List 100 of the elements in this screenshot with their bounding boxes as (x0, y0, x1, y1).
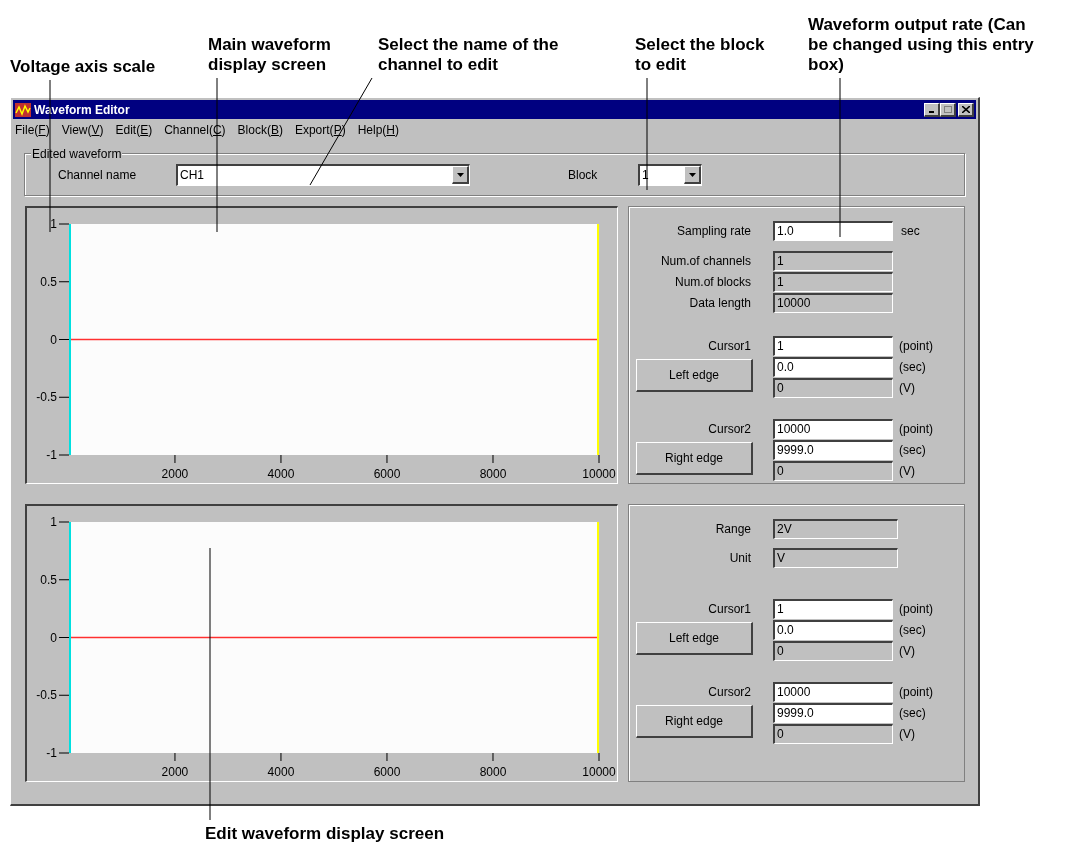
caret-icon (456, 172, 464, 177)
edge-button[interactable]: Left edge (636, 359, 753, 392)
y-tick (58, 579, 70, 581)
y-tick (58, 281, 70, 283)
input-field[interactable]: 0.0 (773, 356, 893, 377)
minimize-button[interactable] (924, 102, 940, 117)
input-field[interactable]: 10000 (773, 418, 893, 439)
y-tick (58, 339, 70, 340)
x-tick-label: 4000 (267, 467, 295, 481)
dropdown-arrow-button[interactable] (684, 166, 701, 184)
x-tick-label: 8000 (479, 467, 507, 481)
callout-label: Select the block to edit (635, 35, 766, 75)
x-tick (492, 752, 494, 762)
unit-label: (V) (899, 462, 915, 480)
menu-item[interactable]: File(F) (15, 121, 50, 139)
y-tick-label: -1 (46, 448, 57, 462)
x-tick (386, 454, 388, 464)
x-tick-label: 8000 (479, 765, 507, 779)
y-tick (58, 223, 70, 225)
unit-label: (sec) (899, 621, 926, 639)
y-tick (58, 396, 70, 398)
menu-item[interactable]: Help(H) (357, 121, 399, 139)
y-tick-label: -0.5 (36, 688, 57, 703)
unit-label: (point) (899, 420, 933, 438)
input-field[interactable]: 1 (773, 335, 893, 356)
input-field[interactable]: 1.0 (773, 221, 893, 241)
x-tick (174, 454, 176, 464)
unit-label: (V) (899, 642, 915, 660)
input-field[interactable]: 0.0 (773, 619, 893, 640)
field-label: Num.of channels (659, 253, 751, 270)
close-icon (961, 105, 970, 113)
input-field[interactable]: 10000 (773, 681, 893, 702)
y-tick-label: 0 (50, 332, 57, 347)
field-label: Block (568, 166, 599, 184)
menu-item[interactable]: Edit(E) (115, 121, 153, 139)
input-field[interactable]: 9999.0 (773, 439, 893, 460)
x-tick-label: 10000 (582, 765, 616, 779)
input-field[interactable]: 9999.0 (773, 702, 893, 723)
unit-label: (V) (899, 725, 915, 743)
window-title: Waveform Editor (34, 101, 130, 119)
edge-button[interactable]: Right edge (636, 705, 753, 738)
field-label: Channel name (58, 166, 138, 184)
callout-label: Edit waveform display screen (205, 824, 446, 844)
channel-dropdown[interactable]: CH1 (176, 163, 470, 186)
x-tick (492, 454, 494, 464)
field-label: Unit (728, 550, 751, 567)
callout-label: Voltage axis scale (10, 57, 157, 77)
field-label: Range (714, 521, 751, 538)
close-button[interactable] (958, 102, 974, 117)
field-label: Num.of blocks (673, 274, 751, 291)
x-tick-label: 10000 (582, 467, 616, 481)
field-label: Sampling rate (675, 223, 751, 240)
y-tick (58, 637, 70, 638)
x-tick (386, 752, 388, 762)
dropdown-value: CH1 (179, 167, 205, 184)
y-tick-label: 0.5 (40, 572, 57, 587)
block-dropdown[interactable]: 1 (638, 163, 702, 186)
edge-button[interactable]: Right edge (636, 442, 753, 475)
unit-label: (point) (899, 683, 933, 701)
unit-label: (sec) (899, 358, 926, 376)
x-tick-label: 2000 (161, 467, 189, 481)
cursor-label: Cursor1 (708, 601, 751, 618)
y-tick (58, 454, 70, 456)
waveform-app-icon (15, 102, 31, 117)
y-tick (58, 521, 70, 523)
x-tick-label: 6000 (373, 467, 401, 481)
y-tick-label: 0.5 (40, 274, 57, 289)
input-field[interactable]: 1 (773, 598, 893, 619)
x-tick (280, 454, 282, 464)
x-tick (280, 752, 282, 762)
cursor-label: Cursor2 (708, 421, 751, 438)
maximize-icon (943, 105, 952, 113)
callout-label: Waveform output rate (Can be changed using this entry box) (808, 15, 1035, 75)
y-tick-label: -1 (46, 746, 57, 760)
edge-button[interactable]: Left edge (636, 622, 753, 655)
cursor-label: Cursor2 (708, 684, 751, 701)
x-tick-label: 2000 (161, 765, 189, 779)
unit-label: (sec) (899, 704, 926, 722)
menu-item[interactable]: Export(P) (294, 121, 346, 139)
y-tick-label: -0.5 (36, 390, 57, 405)
callout-label: Select the name of the channel to edit (378, 35, 560, 75)
cursor-label: Cursor1 (708, 338, 751, 355)
x-tick (174, 752, 176, 762)
dropdown-arrow-button[interactable] (452, 166, 469, 184)
menu-item[interactable]: View(V) (61, 121, 104, 139)
unit-label: (sec) (899, 441, 926, 459)
y-tick-label: 1 (50, 217, 57, 231)
x-tick-label: 4000 (267, 765, 295, 779)
menu-item[interactable]: Channel(C) (164, 121, 226, 139)
unit-label: sec (901, 223, 920, 240)
maximize-button[interactable] (940, 102, 956, 117)
unit-label: (V) (899, 379, 915, 397)
caret-icon (688, 172, 696, 177)
callout-label: Main waveform display screen (208, 35, 332, 75)
menu-item[interactable]: Block(B) (237, 121, 283, 139)
unit-label: (point) (899, 600, 933, 618)
x-tick-label: 6000 (373, 765, 401, 779)
y-tick (58, 694, 70, 696)
x-tick (598, 752, 600, 762)
unit-label: (point) (899, 337, 933, 355)
